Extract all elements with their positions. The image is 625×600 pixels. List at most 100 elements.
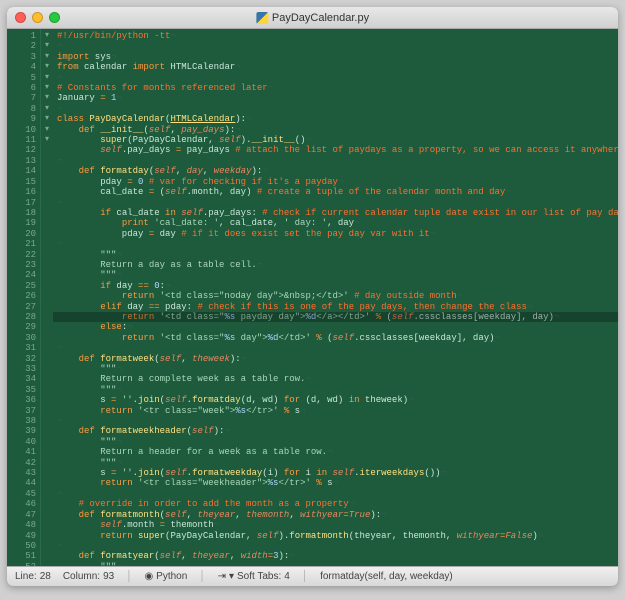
- code-line[interactable]: Return a day as a table cell.¬: [57, 260, 618, 270]
- line-number[interactable]: 38: [7, 416, 36, 426]
- line-number[interactable]: 27: [7, 302, 36, 312]
- code-content[interactable]: #!/usr/bin/python -tt¬¬import sys¬from c…: [53, 29, 618, 566]
- line-number[interactable]: 5: [7, 73, 36, 83]
- fold-marker-icon[interactable]: ▾: [41, 31, 53, 41]
- code-line[interactable]: return '<td class="%s day">%d</td>' % (s…: [57, 333, 618, 343]
- code-line[interactable]: return '<tr class="week">%s</tr>' % s¬: [57, 406, 618, 416]
- line-number[interactable]: 31: [7, 343, 36, 353]
- code-line[interactable]: else:¬: [57, 322, 618, 332]
- code-line[interactable]: from calendar import HTMLCalendar¬: [57, 62, 618, 72]
- line-number[interactable]: 36: [7, 395, 36, 405]
- fold-gutter[interactable]: ▾▾▾▾▾▾▾▾▾▾▾: [41, 29, 53, 566]
- line-number[interactable]: 50: [7, 541, 36, 551]
- code-line[interactable]: ¬: [57, 343, 618, 353]
- language-selector[interactable]: ◉ Python: [144, 571, 187, 582]
- code-line[interactable]: # override in order to add the month as …: [57, 499, 618, 509]
- code-line[interactable]: self.month = themonth¬: [57, 520, 618, 530]
- line-number[interactable]: 23: [7, 260, 36, 270]
- fold-marker-icon[interactable]: ▾: [41, 114, 53, 124]
- code-line[interactable]: return '<td class="noday day">&nbsp;</td…: [57, 291, 618, 301]
- line-number[interactable]: 25: [7, 281, 36, 291]
- code-line[interactable]: ¬: [57, 73, 618, 83]
- line-number[interactable]: 12: [7, 145, 36, 155]
- cursor-column[interactable]: Column: 93: [63, 571, 114, 582]
- line-number[interactable]: 43: [7, 468, 36, 478]
- line-number[interactable]: 3: [7, 52, 36, 62]
- code-line[interactable]: class PayDayCalendar(HTMLCalendar):¬: [57, 114, 618, 124]
- code-line[interactable]: s = ''.join(self.formatday(d, wd) for (d…: [57, 395, 618, 405]
- code-line[interactable]: """¬: [57, 250, 618, 260]
- line-number[interactable]: 24: [7, 270, 36, 280]
- code-line[interactable]: # Constants for months referenced later¬: [57, 83, 618, 93]
- code-line[interactable]: def __init__(self, pay_days):¬: [57, 125, 618, 135]
- line-number[interactable]: 30: [7, 333, 36, 343]
- line-number[interactable]: 32: [7, 354, 36, 364]
- code-line[interactable]: Return a complete week as a table row.¬: [57, 374, 618, 384]
- code-line[interactable]: if day == 0:¬: [57, 281, 618, 291]
- code-line[interactable]: """¬: [57, 562, 618, 566]
- code-line[interactable]: def formatweek(self, theweek):¬: [57, 354, 618, 364]
- code-line[interactable]: s = ''.join(self.formatweekday(i) for i …: [57, 468, 618, 478]
- code-line[interactable]: #!/usr/bin/python -tt¬: [57, 31, 618, 41]
- code-line[interactable]: pday = 0 # var for checking if it's a pa…: [57, 177, 618, 187]
- fold-marker-icon[interactable]: ▾: [41, 93, 53, 103]
- code-line[interactable]: def formatyear(self, theyear, width=3):¬: [57, 551, 618, 561]
- line-number[interactable]: 39: [7, 426, 36, 436]
- fold-marker-icon[interactable]: ▾: [41, 41, 53, 51]
- code-line[interactable]: def formatweekheader(self):¬: [57, 426, 618, 436]
- code-line[interactable]: """¬: [57, 458, 618, 468]
- code-line[interactable]: if cal_date in self.pay_days: # check if…: [57, 208, 618, 218]
- line-number[interactable]: 16: [7, 187, 36, 197]
- code-line[interactable]: return '<tr class="weekheader">%s</tr>' …: [57, 478, 618, 488]
- line-number[interactable]: 14: [7, 166, 36, 176]
- line-number[interactable]: 6: [7, 83, 36, 93]
- line-number[interactable]: 35: [7, 385, 36, 395]
- code-line[interactable]: ¬: [57, 156, 618, 166]
- code-line[interactable]: Return a header for a week as a table ro…: [57, 447, 618, 457]
- line-number[interactable]: 7: [7, 93, 36, 103]
- fold-marker-icon[interactable]: ▾: [41, 52, 53, 62]
- line-number[interactable]: 22: [7, 250, 36, 260]
- line-number[interactable]: 28: [7, 312, 36, 322]
- code-line[interactable]: def formatmonth(self, theyear, themonth,…: [57, 510, 618, 520]
- line-number[interactable]: 49: [7, 531, 36, 541]
- code-line[interactable]: ¬: [57, 541, 618, 551]
- editor-area[interactable]: 1234567891011121314151617181920212223242…: [7, 29, 618, 566]
- code-line[interactable]: ¬: [57, 41, 618, 51]
- code-line[interactable]: ¬: [57, 104, 618, 114]
- code-line[interactable]: """¬: [57, 270, 618, 280]
- line-number[interactable]: 45: [7, 489, 36, 499]
- line-number[interactable]: 18: [7, 208, 36, 218]
- fold-marker-icon[interactable]: ▾: [41, 83, 53, 93]
- code-line[interactable]: """¬: [57, 385, 618, 395]
- line-number[interactable]: 42: [7, 458, 36, 468]
- fold-marker-icon[interactable]: ▾: [41, 73, 53, 83]
- code-line[interactable]: cal_date = (self.month, day) # create a …: [57, 187, 618, 197]
- line-number[interactable]: 10: [7, 125, 36, 135]
- line-number[interactable]: 41: [7, 447, 36, 457]
- code-line[interactable]: January = 1¬: [57, 93, 618, 103]
- code-line[interactable]: """¬: [57, 437, 618, 447]
- line-number[interactable]: 20: [7, 229, 36, 239]
- line-number[interactable]: 11: [7, 135, 36, 145]
- symbol-selector[interactable]: formatday(self, day, weekday): [320, 571, 453, 582]
- line-number[interactable]: 44: [7, 478, 36, 488]
- minimize-icon[interactable]: [32, 12, 43, 23]
- line-number[interactable]: 15: [7, 177, 36, 187]
- fold-marker-icon[interactable]: ▾: [41, 135, 53, 145]
- line-number[interactable]: 48: [7, 520, 36, 530]
- zoom-icon[interactable]: [49, 12, 60, 23]
- line-number[interactable]: 46: [7, 499, 36, 509]
- code-line[interactable]: return super(PayDayCalendar, self).forma…: [57, 531, 618, 541]
- code-line[interactable]: self.pay_days = pay_days # attach the li…: [57, 145, 618, 155]
- line-number[interactable]: 47: [7, 510, 36, 520]
- code-line[interactable]: ¬: [57, 416, 618, 426]
- line-number[interactable]: 33: [7, 364, 36, 374]
- line-number[interactable]: 8: [7, 104, 36, 114]
- tab-settings[interactable]: ⇥ ▾ Soft Tabs: 4: [218, 571, 290, 582]
- fold-marker-icon[interactable]: ▾: [41, 125, 53, 135]
- line-number[interactable]: 37: [7, 406, 36, 416]
- code-line[interactable]: pday = day # if it does exist set the pa…: [57, 229, 618, 239]
- line-number[interactable]: 34: [7, 374, 36, 384]
- code-line[interactable]: elif day == pday: # check if this is one…: [57, 302, 618, 312]
